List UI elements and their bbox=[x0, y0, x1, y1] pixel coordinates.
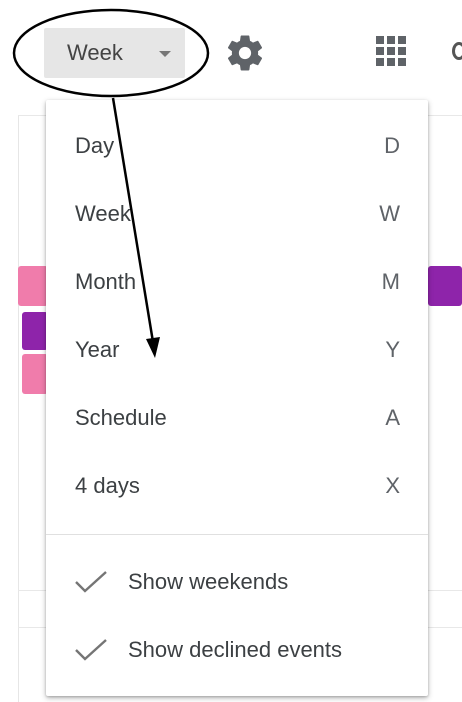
menu-item-year[interactable]: Year Y bbox=[46, 316, 428, 384]
menu-option-label: Show declined events bbox=[128, 637, 343, 662]
view-menu: Day D Week W Month M Year Y Schedule A 4… bbox=[46, 100, 428, 696]
menu-item-shortcut: D bbox=[384, 133, 400, 158]
grid-divider bbox=[18, 115, 19, 702]
menu-item-label: Week bbox=[75, 201, 131, 226]
menu-item-month[interactable]: Month M bbox=[46, 248, 428, 316]
menu-item-label: Day bbox=[75, 133, 115, 158]
dropdown-caret-icon bbox=[159, 51, 171, 57]
menu-item-shortcut: Y bbox=[385, 337, 400, 362]
account-icon-partial[interactable] bbox=[452, 42, 462, 60]
menu-option-show-declined-events[interactable]: Show declined events bbox=[46, 616, 428, 684]
calendar-event[interactable] bbox=[22, 354, 48, 394]
apps-grid-icon[interactable] bbox=[374, 34, 408, 68]
view-select-label: Week bbox=[67, 40, 123, 65]
checkmark-icon bbox=[75, 571, 107, 593]
gear-icon[interactable] bbox=[224, 32, 266, 74]
menu-item-4-days[interactable]: 4 days X bbox=[46, 452, 428, 520]
top-bar: Week bbox=[0, 0, 462, 100]
menu-option-label: Show weekends bbox=[128, 569, 289, 594]
view-select-dropdown[interactable]: Week bbox=[44, 28, 185, 78]
menu-divider bbox=[46, 534, 428, 535]
menu-item-shortcut: M bbox=[381, 269, 400, 294]
menu-item-shortcut: A bbox=[385, 405, 400, 430]
calendar-event[interactable] bbox=[18, 266, 48, 306]
calendar-event[interactable] bbox=[428, 266, 462, 306]
calendar-event[interactable] bbox=[22, 312, 48, 350]
checkmark-icon bbox=[75, 639, 107, 661]
menu-option-show-weekends[interactable]: Show weekends bbox=[46, 548, 428, 616]
menu-item-week[interactable]: Week W bbox=[46, 180, 428, 248]
menu-item-label: 4 days bbox=[75, 473, 140, 498]
menu-item-label: Month bbox=[75, 269, 137, 294]
menu-item-schedule[interactable]: Schedule A bbox=[46, 384, 428, 452]
menu-item-label: Schedule bbox=[75, 405, 167, 430]
menu-item-label: Year bbox=[75, 337, 120, 362]
menu-item-shortcut: W bbox=[379, 201, 400, 226]
menu-item-shortcut: X bbox=[385, 473, 400, 498]
menu-item-day[interactable]: Day D bbox=[46, 112, 428, 180]
